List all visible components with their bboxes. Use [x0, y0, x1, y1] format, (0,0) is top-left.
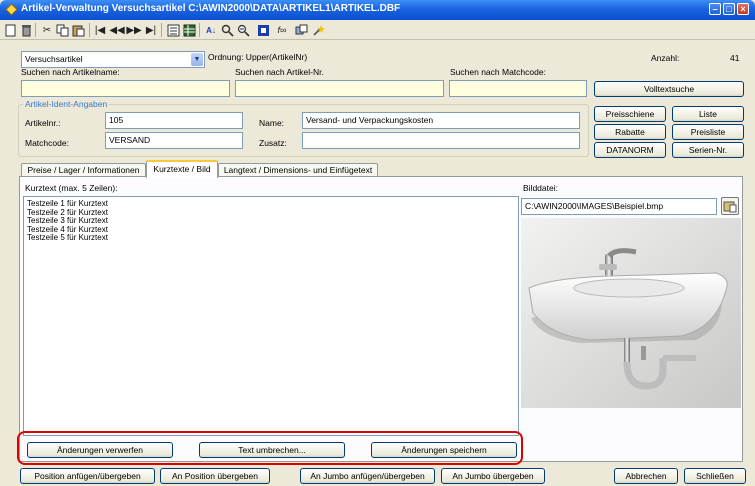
- toolbar-separator: [199, 23, 200, 37]
- matchcode-label: Matchcode:: [25, 138, 69, 148]
- tab-preise-lager[interactable]: Preise / Lager / Informationen: [21, 163, 146, 177]
- browse-file-button[interactable]: [721, 197, 739, 215]
- cut-icon[interactable]: ✂: [40, 23, 54, 37]
- zoom-icon[interactable]: [236, 23, 250, 37]
- search-artikelname-label: Suchen nach Artikelname:: [21, 67, 120, 77]
- preisschiene-button[interactable]: Preisschiene: [594, 106, 666, 122]
- ident-group-title: Artikel-Ident-Angaben: [23, 99, 110, 109]
- paste-icon[interactable]: [71, 23, 85, 37]
- artikelnr-label: Artikelnr.:: [25, 118, 61, 128]
- bilddatei-label: Bilddatei:: [523, 183, 558, 193]
- minimize-button[interactable]: –: [709, 3, 721, 15]
- search-artikelnr-label: Suchen nach Artikel-Nr.: [235, 67, 324, 77]
- datanorm-button[interactable]: DATANORM: [594, 142, 666, 158]
- copy-icon[interactable]: [55, 23, 69, 37]
- artikelnr-field[interactable]: 105: [105, 112, 243, 129]
- volltextsuche-button[interactable]: Volltextsuche: [594, 81, 744, 97]
- tab-kurztexte-bild[interactable]: Kurztexte / Bild: [146, 160, 218, 178]
- liste-button[interactable]: Liste: [672, 106, 744, 122]
- preisliste-button[interactable]: Preisliste: [672, 124, 744, 140]
- close-button[interactable]: ×: [737, 3, 749, 15]
- zusatz-label: Zusatz:: [259, 138, 287, 148]
- table-icon[interactable]: [182, 23, 196, 37]
- matchcode-field[interactable]: VERSAND: [105, 132, 243, 149]
- prev-record-icon[interactable]: ◀◀: [109, 23, 124, 37]
- delete-icon[interactable]: [19, 23, 33, 37]
- new-icon[interactable]: [3, 23, 17, 37]
- seriennr-button[interactable]: Serien-Nr.: [672, 142, 744, 158]
- an-position-uebergeben-button[interactable]: An Position übergeben: [160, 468, 270, 484]
- jumbo-anfuegen-button[interactable]: An Jumbo anfügen/übergeben: [300, 468, 435, 484]
- next-record-icon[interactable]: ▶▶: [126, 23, 141, 37]
- kurztext-line: Testzeile 5 für Kurztext: [27, 233, 108, 243]
- toolbar: ✂ |◀ ◀◀ ▶▶ ▶| A↓ f∞: [0, 20, 755, 40]
- anzahl-label: Anzahl:: [651, 53, 680, 63]
- formula-icon[interactable]: f∞: [275, 23, 289, 37]
- search-artikelnr-input[interactable]: [235, 80, 444, 97]
- name-label: Name:: [259, 118, 285, 128]
- first-record-icon[interactable]: |◀: [93, 23, 107, 37]
- search-matchcode-input[interactable]: [449, 80, 587, 97]
- bilddatei-field[interactable]: C:\AWIN2000\IMAGES\Beispiel.bmp: [521, 198, 717, 215]
- window-title: Artikel-Verwaltung Versuchsartikel C:\AW…: [21, 3, 401, 14]
- toolbar-separator: [35, 23, 36, 37]
- app-icon: [5, 3, 18, 16]
- rabatte-button[interactable]: Rabatte: [594, 124, 666, 140]
- kurztext-label: Kurztext (max. 5 Zeilen):: [25, 183, 118, 193]
- anzahl-value: 41: [730, 53, 740, 63]
- ordnung-label: Ordnung: Upper(ArtikelNr): [208, 52, 308, 62]
- abbrechen-button[interactable]: Abbrechen: [614, 468, 678, 484]
- form-icon[interactable]: [166, 23, 180, 37]
- wizard-icon[interactable]: [311, 23, 325, 37]
- chevron-down-icon[interactable]: ▼: [191, 53, 203, 66]
- position-anfuegen-button[interactable]: Position anfügen/übergeben: [20, 468, 155, 484]
- record-select[interactable]: Versuchsartikel ▼: [21, 51, 205, 68]
- toolbar-separator: [161, 23, 162, 37]
- folder-icon: [723, 201, 737, 213]
- zusatz-field[interactable]: [302, 132, 580, 149]
- sort-icon[interactable]: A↓: [204, 23, 218, 37]
- product-image: [521, 218, 741, 408]
- kurztext-textarea[interactable]: Testzeile 1 für Kurztext Testzeile 2 für…: [23, 196, 519, 436]
- an-jumbo-uebergeben-button[interactable]: An Jumbo übergeben: [441, 468, 545, 484]
- name-field[interactable]: Versand- und Verpackungskosten: [302, 112, 580, 129]
- last-record-icon[interactable]: ▶|: [144, 23, 158, 37]
- schliessen-button[interactable]: Schließen: [684, 468, 746, 484]
- search-icon[interactable]: [220, 23, 234, 37]
- tab-langtext[interactable]: Langtext / Dimensions- und Einfügetext: [218, 163, 378, 177]
- search-artikelname-input[interactable]: [21, 80, 230, 97]
- export-icon[interactable]: [294, 23, 308, 37]
- toolbar-separator: [89, 23, 90, 37]
- filter-icon[interactable]: [256, 23, 270, 37]
- search-matchcode-label: Suchen nach Matchcode:: [450, 67, 546, 77]
- maximize-button[interactable]: □: [723, 3, 735, 15]
- highlight-box: [17, 431, 523, 465]
- title-bar: Artikel-Verwaltung Versuchsartikel C:\AW…: [0, 0, 755, 20]
